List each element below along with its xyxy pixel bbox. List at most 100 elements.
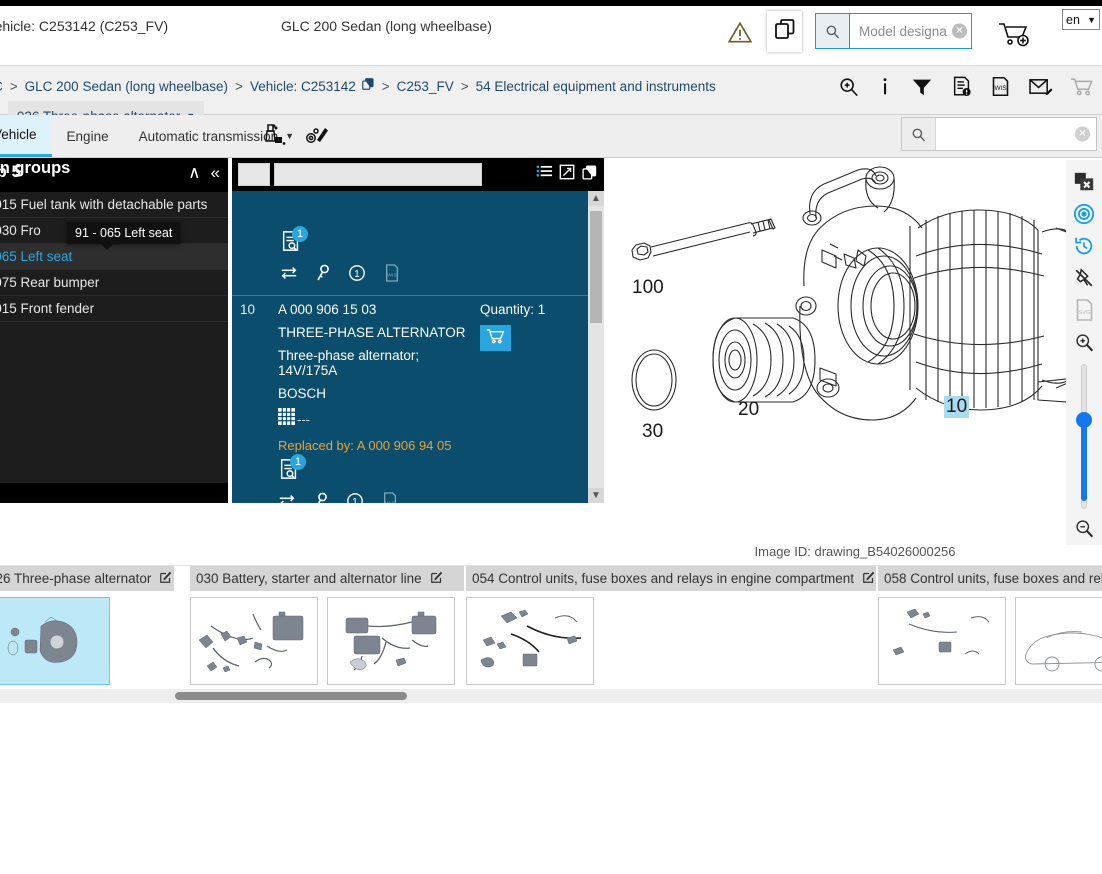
clear-icon[interactable]: ✕ [1075, 126, 1090, 142]
breadcrumb-item-0[interactable]: PC [0, 74, 3, 99]
wis-icon[interactable]: WIS [384, 264, 400, 287]
thumb-card-alternator[interactable] [0, 597, 110, 685]
part-doc-icon-wrap[interactable]: 1 [280, 226, 308, 254]
history-icon[interactable] [1069, 230, 1099, 262]
key-icon[interactable] [316, 264, 330, 287]
svg-export-icon[interactable]: SVG [1069, 294, 1099, 326]
breadcrumb-item-2[interactable]: Vehicle: C253142 [250, 74, 356, 99]
target-icon[interactable] [1069, 198, 1099, 230]
grid-table-icon[interactable] [278, 408, 295, 430]
edit-icon[interactable] [430, 570, 444, 587]
edit-icon[interactable] [159, 570, 173, 587]
info-circle-icon[interactable]: 1 [348, 264, 366, 287]
main-groups-header [0, 483, 228, 503]
thumb-card-battery-a[interactable] [190, 597, 318, 685]
zoom-out-icon[interactable] [1069, 513, 1099, 545]
top5-item-2[interactable]: - 065 Left seat [0, 244, 228, 270]
thumb-card-control-a[interactable] [466, 597, 594, 685]
breadcrumb-item-4[interactable]: 54 Electrical equipment and instruments [476, 74, 716, 99]
zoom-in-icon[interactable] [1069, 326, 1099, 358]
scrollbar-thumb[interactable] [175, 692, 407, 700]
tab-vehicle-label: Vehicle [0, 127, 37, 142]
top5-item-4[interactable]: - 015 Front fender [0, 296, 228, 322]
part-doc-icon-wrap[interactable]: 1 [278, 454, 306, 482]
callout-10[interactable]: 10 [944, 396, 970, 418]
tab-vehicle[interactable]: Vehicle [0, 115, 52, 157]
scrollbar-thumb[interactable] [590, 211, 602, 323]
collapse-left-icon[interactable]: « [211, 162, 220, 184]
thumb-card-control-b[interactable] [878, 597, 1006, 685]
collapse-up-icon[interactable]: ∧ [188, 162, 200, 184]
part-replaced-by[interactable]: Replaced by: A 000 906 94 05 [278, 438, 480, 453]
breadcrumb-item-3[interactable]: C253_FV [397, 74, 454, 99]
unpin-icon[interactable] [1069, 262, 1099, 294]
filter-icon[interactable] [910, 76, 934, 98]
left-sidebar: op 5 ∧ « - 015 Fuel tank with detachable… [0, 158, 228, 503]
breadcrumb-copy-icon[interactable] [361, 74, 375, 99]
warning-triangle-icon[interactable] [727, 20, 753, 46]
part-description: Three-phase alternator; 14V/175A [278, 348, 420, 378]
thumbnail-strip-scrollbar[interactable] [0, 689, 1102, 703]
diagram-viewer[interactable]: 100 20 30 10 [608, 158, 1102, 530]
paint-code-icon[interactable] [262, 123, 288, 152]
clear-icon[interactable]: ✕ [952, 23, 967, 39]
add-to-cart-button[interactable] [480, 325, 511, 351]
tab-automatic-transmission-label: Automatic transmission [138, 128, 279, 144]
part-number[interactable]: A 000 906 15 03 [278, 302, 480, 317]
callout-100[interactable]: 100 [632, 277, 664, 299]
tab-engine[interactable]: Engine [52, 115, 124, 157]
search-icon [902, 118, 936, 150]
thumb-group-header[interactable]: 026 Three-phase alternator [0, 566, 174, 591]
list-view-icon[interactable] [536, 164, 553, 185]
key-icon[interactable] [314, 492, 328, 503]
thumb-group-header[interactable]: 030 Battery, starter and alternator line [190, 566, 464, 591]
callout-20[interactable]: 20 [738, 399, 759, 421]
close-window-icon[interactable] [1069, 166, 1099, 198]
thumb-alternator-preview [7, 616, 78, 663]
tab-search-field[interactable]: ✕ [901, 117, 1097, 151]
mail-edit-icon[interactable] [1028, 76, 1053, 97]
top5-item-0[interactable]: - 015 Fuel tank with detachable parts [0, 192, 228, 218]
scroll-down-icon[interactable]: ▼ [588, 488, 604, 503]
breadcrumb-item-1[interactable]: GLC 200 Sedan (long wheelbase) [25, 74, 228, 99]
wis-document-icon[interactable]: WIS [990, 75, 1011, 98]
model-search-input[interactable]: Model designa ✕ [850, 14, 971, 48]
thumb-group-header[interactable]: 054 Control units, fuse boxes and relays… [466, 566, 876, 591]
zoom-slider-knob[interactable] [1076, 412, 1092, 429]
thumb-group-header[interactable]: 058 Control units, fuse boxes and rel [878, 566, 1102, 591]
parts-panel-header [232, 158, 604, 191]
part-row-partial[interactable]: 1 1 WIS [232, 191, 588, 296]
copy-icon[interactable] [581, 164, 598, 186]
shopping-cart-icon[interactable] [1070, 76, 1094, 97]
parts-tool-icon[interactable] [304, 123, 330, 152]
language-selector[interactable]: en ▼ [1062, 9, 1100, 30]
swap-icon[interactable] [280, 265, 298, 286]
thumb-card-battery-b[interactable] [327, 597, 455, 685]
part-row[interactable]: 10 A 000 906 15 03 THREE-PHASE ALTERNATO… [232, 296, 588, 503]
expand-icon[interactable] [559, 164, 575, 185]
viewer-toolbar: SVG [1066, 160, 1102, 545]
header-black-strip [0, 0, 1102, 6]
callout-30[interactable]: 30 [642, 421, 663, 443]
info-circle-icon[interactable]: 1 [346, 492, 364, 503]
model-designation-search[interactable]: Model designa ✕ [815, 13, 972, 49]
swap-icon[interactable] [278, 493, 296, 503]
edit-icon[interactable] [862, 570, 876, 587]
tab-search-input[interactable]: ✕ [936, 118, 1096, 150]
top5-item-3[interactable]: - 075 Rear bumper [0, 270, 228, 296]
zoom-search-icon[interactable] [838, 76, 860, 98]
parts-scrollbar[interactable]: ▲ ▼ [588, 191, 604, 503]
tab-engine-label: Engine [66, 128, 109, 144]
document-alert-icon[interactable] [951, 75, 973, 98]
scroll-up-icon[interactable]: ▲ [588, 191, 604, 206]
cart-add-icon[interactable] [997, 20, 1031, 48]
thumb-card-control-c[interactable] [1015, 597, 1102, 685]
parts-filter-input[interactable] [274, 163, 482, 186]
parts-list-panel: 1 1 WIS 10 A 000 906 15 03 THREE-PHASE A… [232, 158, 604, 503]
part-grid-row: --- [278, 408, 480, 430]
wis-icon[interactable]: WIS [382, 492, 398, 503]
zoom-slider[interactable] [1076, 364, 1092, 510]
parts-filter-button[interactable] [238, 163, 270, 186]
copy-button[interactable] [767, 11, 802, 52]
info-icon[interactable] [877, 76, 893, 98]
